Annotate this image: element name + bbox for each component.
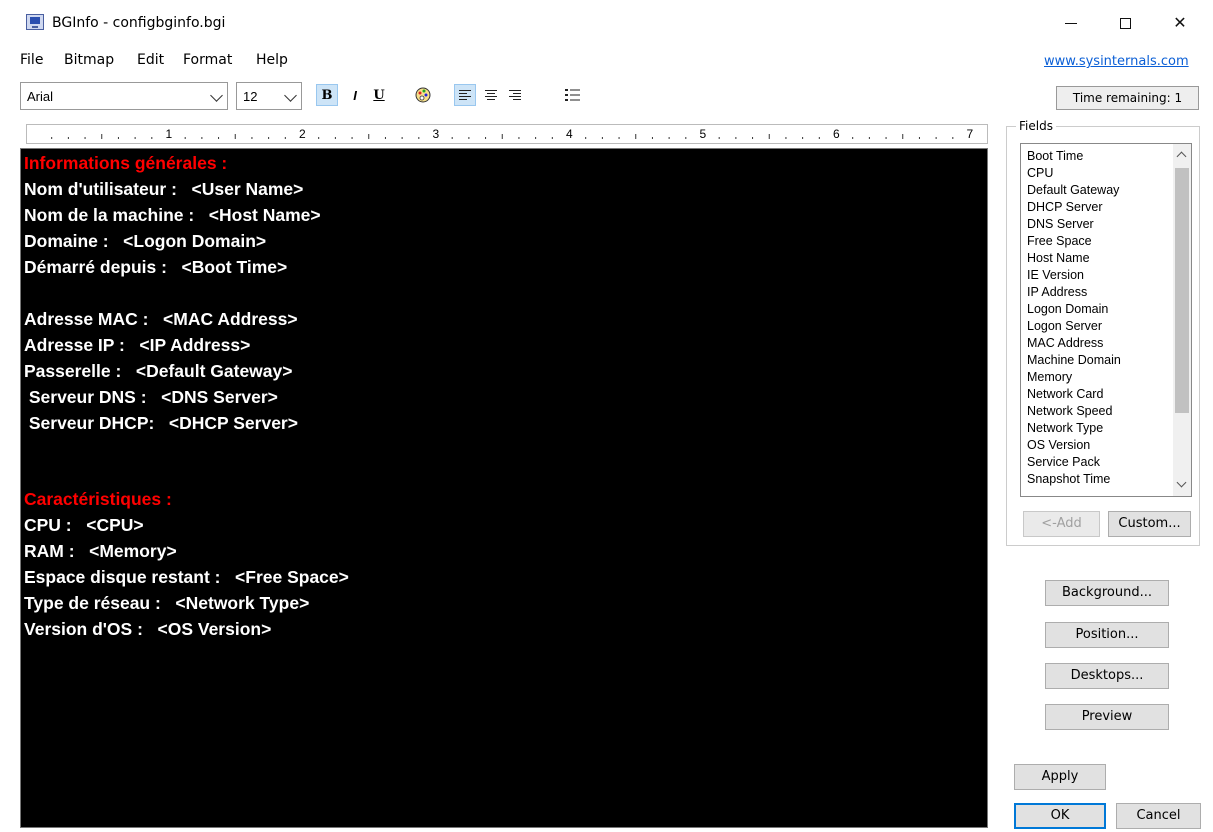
font-select[interactable]: Arial [20,82,228,110]
align-center-icon [485,90,497,100]
minimize-icon [1065,22,1077,24]
list-item[interactable]: Default Gateway [1027,182,1119,199]
list-item[interactable]: Logon Server [1027,318,1102,335]
list-item[interactable]: IE Version [1027,267,1084,284]
align-right-icon [509,90,521,100]
list-item[interactable]: Free Space [1027,233,1092,250]
chevron-down-icon [284,89,297,102]
font-size-value: 12 [243,89,258,104]
list-item[interactable]: Snapshot Time [1027,471,1110,488]
window-title: BGInfo - configbginfo.bgi [52,15,226,31]
align-left-icon [459,90,471,100]
align-right-button[interactable] [504,84,526,106]
editor-line: Démarré depuis : <Boot Time> [24,257,288,277]
cancel-button[interactable]: Cancel [1116,803,1201,829]
bullet-list-icon [565,89,580,101]
ruler-number: 4 [566,127,573,141]
list-item[interactable]: MAC Address [1027,335,1103,352]
underline-button[interactable]: U [368,84,390,106]
text-editor[interactable]: Informations générales : Nom d'utilisate… [20,148,988,828]
menu-bar: File Bitmap Edit Format Help www.sysinte… [0,46,1213,74]
fields-caption: Fields [1016,119,1056,133]
bold-button[interactable]: B [316,84,338,106]
list-item[interactable]: Logon Domain [1027,301,1108,318]
bullet-list-button[interactable] [562,84,584,106]
editor-line: Caractéristiques : [24,489,172,509]
list-item[interactable]: Network Speed [1027,403,1112,420]
ruler-number: 2 [299,127,306,141]
maximize-icon [1119,17,1131,29]
editor-line: RAM : <Memory> [24,541,177,561]
time-remaining-button[interactable]: Time remaining: 1 [1056,86,1199,110]
editor-line: Domaine : <Logon Domain> [24,231,267,251]
editor-line: Serveur DHCP: <DHCP Server> [24,413,298,433]
title-bar: BGInfo - configbginfo.bgi ✕ [0,0,1213,46]
font-value: Arial [27,89,54,104]
editor-line: Adresse MAC : <MAC Address> [24,309,298,329]
menu-file[interactable]: File [20,52,43,68]
scrollbar-thumb[interactable] [1175,168,1189,413]
ruler-number: 7 [967,127,974,141]
add-field-button[interactable]: <-Add [1023,511,1100,537]
menu-edit[interactable]: Edit [137,52,164,68]
editor-line: Informations générales : [24,153,228,173]
close-button[interactable]: ✕ [1157,8,1203,38]
list-item[interactable]: Memory [1027,369,1072,386]
minimize-button[interactable] [1048,8,1094,38]
menu-bitmap[interactable]: Bitmap [64,52,114,68]
background-button[interactable]: Background... [1045,580,1169,606]
editor-line: Version d'OS : <OS Version> [24,619,272,639]
custom-field-button[interactable]: Custom... [1108,511,1191,537]
chevron-down-icon [210,89,223,102]
editor-line: Passerelle : <Default Gateway> [24,361,293,381]
ruler-number: 1 [166,127,173,141]
desktops-button[interactable]: Desktops... [1045,663,1169,689]
menu-format[interactable]: Format [183,52,232,68]
close-icon: ✕ [1173,15,1187,32]
menu-help[interactable]: Help [256,52,288,68]
list-item[interactable]: Boot Time [1027,148,1083,165]
align-center-button[interactable] [480,84,502,106]
align-left-button[interactable] [454,84,476,106]
list-item[interactable]: Host Name [1027,250,1090,267]
palette-icon [415,87,431,103]
editor-line: Nom de la machine : <Host Name> [24,205,321,225]
fields-listbox[interactable]: Boot Time CPU Default Gateway DHCP Serve… [1020,143,1192,497]
ruler: 1 2 3 4 5 6 7 [26,124,988,144]
list-item[interactable]: IP Address [1027,284,1087,301]
ruler-ticks: 1 2 3 4 5 6 7 [51,127,974,141]
text-color-button[interactable] [412,84,434,106]
maximize-button[interactable] [1102,8,1148,38]
position-button[interactable]: Position... [1045,622,1169,648]
editor-line: Type de réseau : <Network Type> [24,593,310,613]
bginfo-monitor-icon [26,14,44,30]
preview-button[interactable]: Preview [1045,704,1169,730]
editor-line: Espace disque restant : <Free Space> [24,567,349,587]
sysinternals-link[interactable]: www.sysinternals.com [1044,54,1189,69]
ruler-number: 5 [700,127,707,141]
ok-button[interactable]: OK [1014,803,1106,829]
ruler-number: 6 [833,127,840,141]
list-item[interactable]: DHCP Server [1027,199,1102,216]
editor-line: Nom d'utilisateur : <User Name> [24,179,304,199]
list-item[interactable]: Network Card [1027,386,1103,403]
fields-scrollbar[interactable] [1173,144,1191,496]
scroll-up-icon[interactable] [1176,151,1187,162]
italic-button[interactable]: I [344,84,366,106]
ruler-number: 3 [433,127,440,141]
editor-line: CPU : <CPU> [24,515,144,535]
list-item[interactable]: Machine Domain [1027,352,1121,369]
list-item[interactable]: DNS Server [1027,216,1094,233]
scroll-down-icon[interactable] [1176,477,1187,488]
list-item[interactable]: OS Version [1027,437,1090,454]
list-item[interactable]: Network Type [1027,420,1103,437]
editor-line: Adresse IP : <IP Address> [24,335,251,355]
list-item[interactable]: CPU [1027,165,1053,182]
list-item[interactable]: Service Pack [1027,454,1100,471]
apply-button[interactable]: Apply [1014,764,1106,790]
editor-line: Serveur DNS : <DNS Server> [24,387,278,407]
font-size-select[interactable]: 12 [236,82,302,110]
